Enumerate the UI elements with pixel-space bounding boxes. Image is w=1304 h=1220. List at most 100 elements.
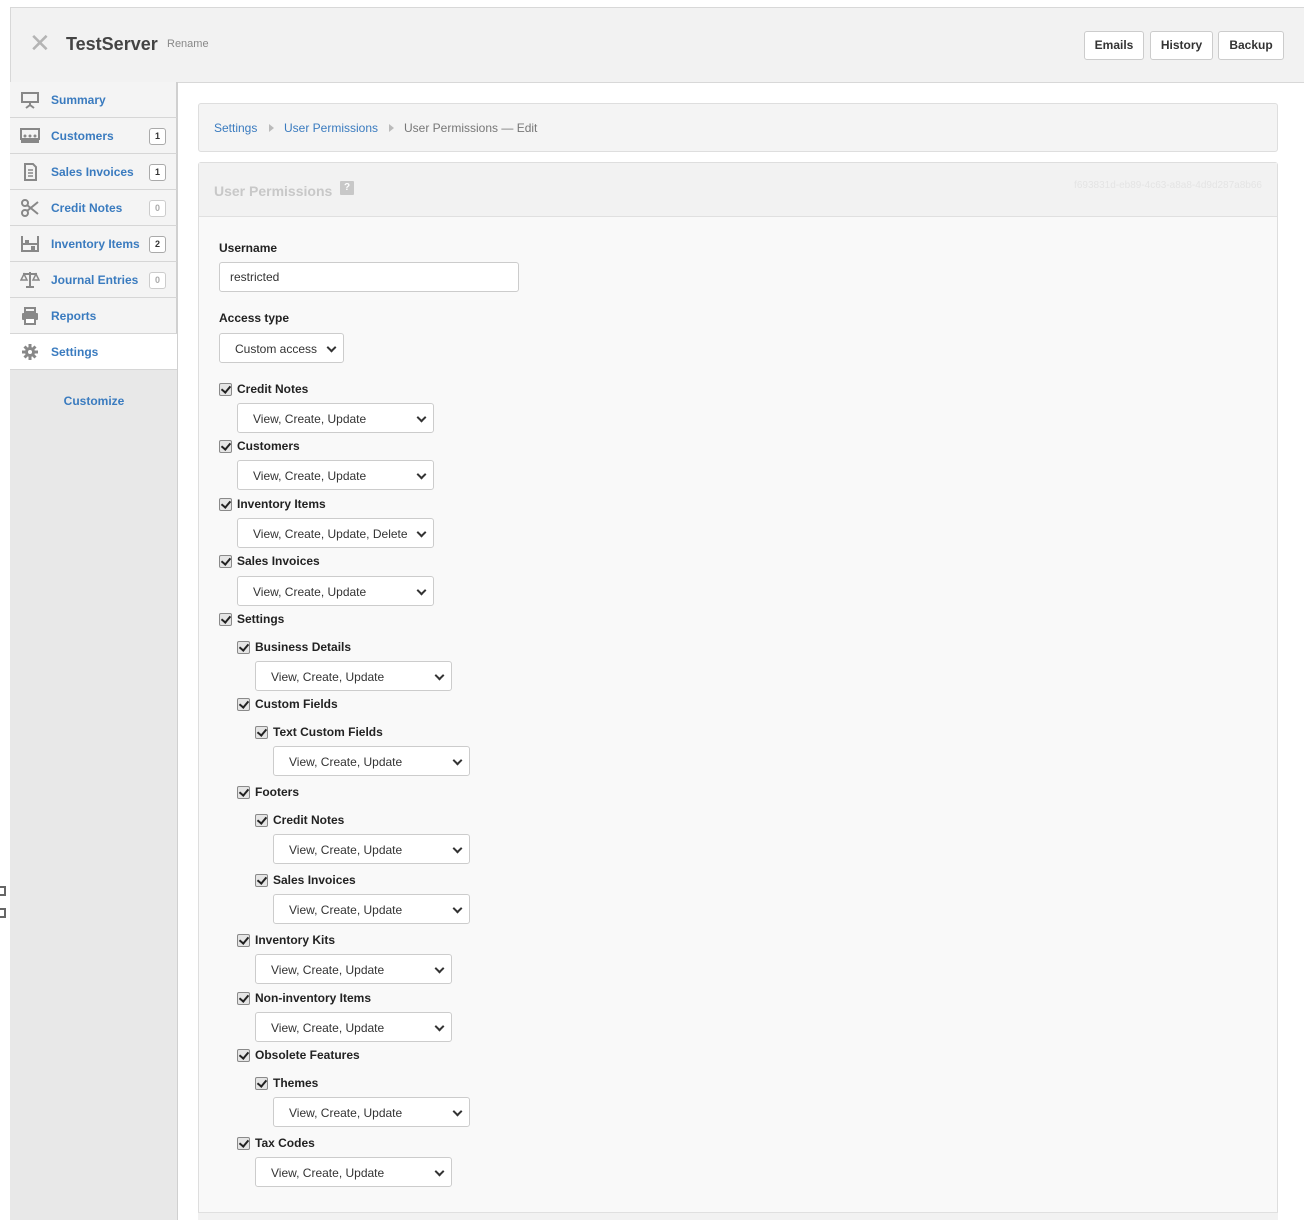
count-badge: 1 (149, 164, 166, 181)
business-title: TestServer (66, 34, 158, 54)
permission-level-select[interactable]: View, Create, Update (237, 460, 434, 490)
sidebar-item-label: Customers (51, 129, 114, 143)
permission-level-select[interactable]: View, Create, Update (255, 661, 452, 691)
permission-level-select[interactable]: View, Create, Update (273, 1097, 470, 1127)
permission-label: Settings (237, 612, 285, 626)
backup-button[interactable]: Backup (1218, 31, 1284, 60)
permission-label: Footers (255, 785, 300, 799)
access-type-label: Access type (219, 311, 290, 325)
permission-label: Sales Invoices (237, 554, 320, 568)
panel-header: User Permissions ? f693831d-eb89-4c63-a8… (199, 163, 1277, 217)
breadcrumb-user-permissions[interactable]: User Permissions (284, 121, 378, 135)
permission-level-select[interactable]: View, Create, Update (255, 1012, 452, 1042)
permission-label: Credit Notes (273, 813, 345, 827)
sidebar-item-inventory-items[interactable]: Inventory Items 2 (10, 226, 177, 262)
close-icon[interactable]: ✕ (29, 30, 51, 56)
sidebar-item-reports[interactable]: Reports (10, 298, 177, 334)
panel-footer (198, 1212, 1278, 1220)
permission-checkbox[interactable] (237, 698, 250, 711)
help-icon[interactable]: ? (340, 181, 354, 195)
permission-label: Credit Notes (237, 382, 309, 396)
permission-level-value: View, Create, Update (289, 755, 403, 769)
permission-checkbox[interactable] (219, 440, 232, 453)
permission-level-select[interactable]: View, Create, Update (255, 1157, 452, 1187)
scales-icon (20, 272, 40, 288)
permission-checkbox[interactable] (237, 992, 250, 1005)
record-guid: f693831d-eb89-4c63-a8a8-4d9d287a8b66 (1074, 180, 1262, 191)
chevron-down-icon (452, 1106, 463, 1117)
sidebar-item-label: Credit Notes (51, 201, 123, 215)
access-type-select[interactable]: Custom access (219, 333, 344, 363)
permission-checkbox[interactable] (237, 641, 250, 654)
permission-checkbox[interactable] (219, 383, 232, 396)
sidebar-item-label: Reports (51, 309, 97, 323)
permission-checkbox[interactable] (237, 934, 250, 947)
sidebar-item-settings[interactable]: Settings (10, 334, 177, 370)
sidebar-item-label: Sales Invoices (51, 165, 134, 179)
permission-level-value: View, Create, Update (289, 1106, 403, 1120)
username-label: Username (219, 241, 278, 255)
permission-level-value: View, Create, Update (253, 469, 367, 483)
warehouse-icon (21, 236, 39, 252)
chevron-down-icon (416, 469, 427, 480)
permission-level-select[interactable]: View, Create, Update (237, 576, 434, 606)
count-badge: 0 (149, 272, 166, 289)
edge-fragment-icon (0, 908, 6, 918)
permission-label: Inventory Items (237, 497, 326, 511)
chevron-down-icon (416, 527, 427, 538)
chevron-down-icon (434, 1166, 445, 1177)
permission-level-select[interactable]: View, Create, Update (273, 894, 470, 924)
scissors-icon (21, 199, 39, 217)
permission-level-select[interactable]: View, Create, Update, Delete (237, 518, 434, 548)
permission-label: Obsolete Features (255, 1048, 360, 1062)
history-button[interactable]: History (1150, 31, 1213, 60)
chevron-down-icon (326, 342, 337, 353)
permission-level-value: View, Create, Update (271, 963, 385, 977)
sidebar-item-credit-notes[interactable]: Credit Notes 0 (10, 190, 177, 226)
chevron-down-icon (416, 585, 427, 596)
permission-checkbox[interactable] (255, 726, 268, 739)
permission-checkbox[interactable] (255, 814, 268, 827)
rename-link[interactable]: Rename (167, 38, 209, 50)
emails-button[interactable]: Emails (1084, 31, 1144, 60)
permission-checkbox[interactable] (255, 1077, 268, 1090)
chevron-down-icon (434, 1021, 445, 1032)
count-badge: 1 (149, 128, 166, 145)
permission-level-select[interactable]: View, Create, Update (237, 403, 434, 433)
permission-level-value: View, Create, Update (289, 843, 403, 857)
permission-checkbox[interactable] (219, 555, 232, 568)
permission-checkbox[interactable] (237, 786, 250, 799)
panel-title: User Permissions (214, 183, 333, 199)
customize-link[interactable]: Customize (10, 394, 178, 408)
sidebar: Summary Customers 1 Sales Invoices 1 Cre… (10, 82, 178, 1220)
permission-checkbox[interactable] (219, 498, 232, 511)
sidebar-item-customers[interactable]: Customers 1 (10, 118, 177, 154)
permission-checkbox[interactable] (237, 1049, 250, 1062)
count-badge: 2 (149, 236, 166, 253)
permission-level-value: View, Create, Update (289, 903, 403, 917)
permission-label: Sales Invoices (273, 873, 356, 887)
permission-level-select[interactable]: View, Create, Update (255, 954, 452, 984)
permission-label: Text Custom Fields (273, 725, 383, 739)
permission-label: Themes (273, 1076, 319, 1090)
chevron-down-icon (434, 963, 445, 974)
permission-checkbox[interactable] (237, 1137, 250, 1150)
permission-label: Inventory Kits (255, 933, 336, 947)
form-panel: User Permissions ? f693831d-eb89-4c63-a8… (198, 162, 1278, 1220)
permission-level-value: View, Create, Update (271, 1166, 385, 1180)
breadcrumb-current: User Permissions — Edit (404, 121, 538, 135)
breadcrumb: Settings User Permissions User Permissio… (198, 103, 1278, 152)
permission-level-select[interactable]: View, Create, Update (273, 834, 470, 864)
sidebar-item-journal-entries[interactable]: Journal Entries 0 (10, 262, 177, 298)
permission-level-select[interactable]: View, Create, Update (273, 746, 470, 776)
username-input[interactable]: restricted (219, 262, 519, 292)
permission-checkbox[interactable] (255, 874, 268, 887)
sidebar-item-sales-invoices[interactable]: Sales Invoices 1 (10, 154, 177, 190)
sidebar-item-label: Settings (51, 345, 99, 359)
presentation-board-icon (21, 92, 39, 109)
permission-label: Tax Codes (255, 1136, 315, 1150)
breadcrumb-settings[interactable]: Settings (214, 121, 257, 135)
permission-checkbox[interactable] (219, 613, 232, 626)
top-bar: ✕ TestServer Rename Emails History Backu… (10, 7, 1304, 83)
sidebar-item-summary[interactable]: Summary (10, 82, 177, 118)
